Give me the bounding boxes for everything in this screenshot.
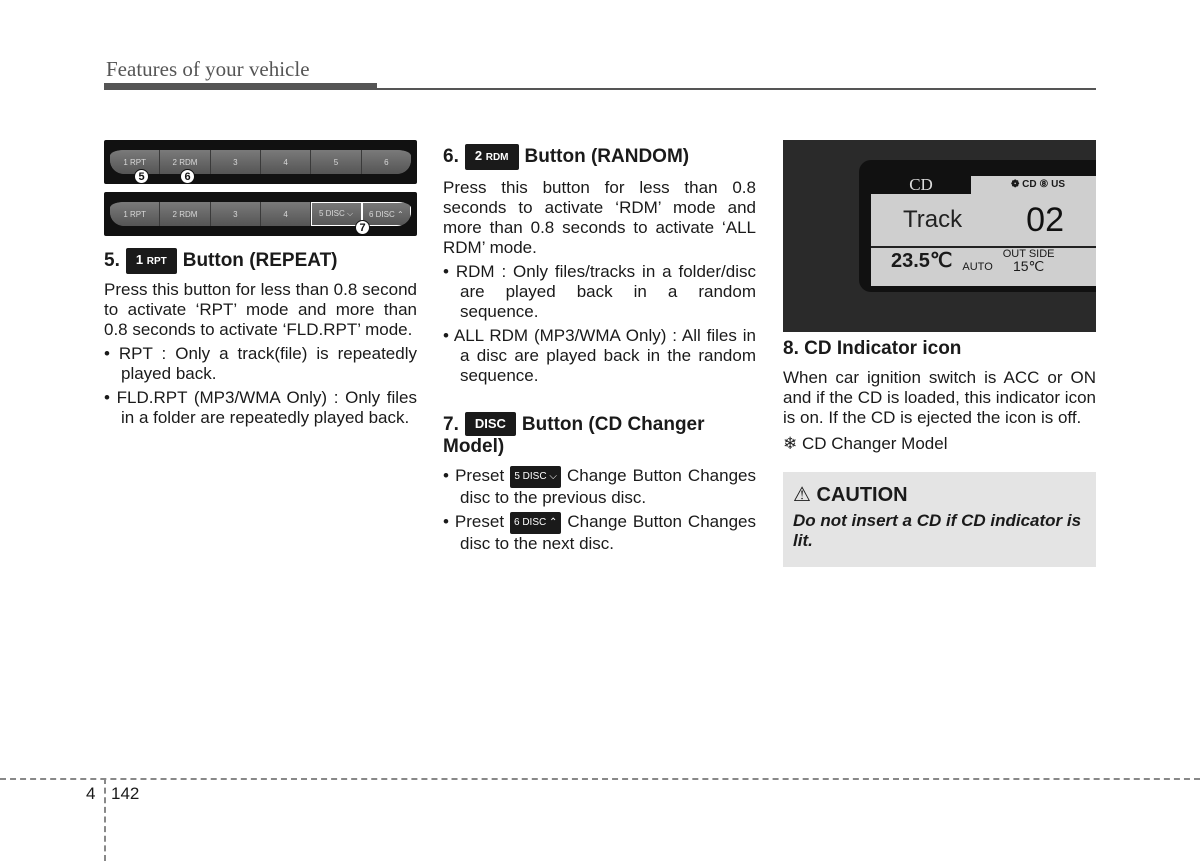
disc-down-button: 5 DISC ⌵ xyxy=(311,202,362,226)
audio-panel-figure-2: 1 RPT 2 RDM 3 4 5 DISC ⌵ 6 DISC ⌃ 7 xyxy=(104,192,417,236)
section-5-heading: 5. 1 RPT Button (REPEAT) xyxy=(104,248,417,274)
column-left: 1 RPT 2 RDM 3 4 5 6 5 6 1 RPT 2 RDM 3 4 … xyxy=(104,140,417,432)
section-title: Button (REPEAT) xyxy=(182,250,338,271)
section-6-list: • RDM : Only files/tracks in a folder/di… xyxy=(443,262,756,386)
section-6-heading: 6. 2 RDM Button (RANDOM) xyxy=(443,144,756,170)
footer-divider xyxy=(104,778,106,861)
preset-button-4: 4 xyxy=(260,150,312,174)
header-bar xyxy=(104,83,377,90)
disc-up-badge: 6 DISC ⌃ xyxy=(510,512,562,534)
cabin-temp: 23.5℃ xyxy=(891,250,953,272)
list-item-text: Change Button Changes disc to the next d… xyxy=(460,512,756,553)
caution-body: Do not insert a CD if CD indicator is li… xyxy=(793,511,1082,550)
list-item: • Preset 6 DISC ⌃ Change Button Changes … xyxy=(443,512,756,553)
track-number: 02 xyxy=(1026,200,1064,239)
list-item: • FLD.RPT (MP3/WMA Only) : Only files in… xyxy=(104,388,417,427)
section-7-list: • Preset 5 DISC ⌵ Change Button Changes … xyxy=(443,466,756,554)
preset-button-6: 6 xyxy=(361,150,411,174)
list-item-text: RPT : Only a track(file) is repeatedly p… xyxy=(118,344,417,383)
badge-main: 1 xyxy=(135,252,144,267)
list-item: • RDM : Only files/tracks in a folder/di… xyxy=(443,262,756,321)
cd-indicator-icon: ❁ CD ⑧ US xyxy=(1011,179,1066,190)
section-5-list: • RPT : Only a track(file) is repeatedly… xyxy=(104,344,417,428)
outside-temp-group: OUT SIDE 15℃ xyxy=(1003,249,1055,274)
preset-button-5: 5 xyxy=(311,150,362,174)
callout-6: 6 xyxy=(180,169,195,184)
section-5-body: Press this button for less than 0.8 seco… xyxy=(104,280,417,339)
section-7-heading: 7. DISC Button (CD Changer Model) xyxy=(443,412,756,458)
lcd-mode: CD xyxy=(871,176,971,194)
chapter-number: 4 xyxy=(86,784,96,803)
section-8-body: When car ignition switch is ACC or ON an… xyxy=(783,368,1096,427)
callout-5: 5 xyxy=(134,169,149,184)
list-item: • ALL RDM (MP3/WMA Only) : All files in … xyxy=(443,326,756,385)
list-item-text: FLD.RPT (MP3/WMA Only) : Only files in a… xyxy=(116,388,417,427)
caution-title: CAUTION xyxy=(816,484,908,506)
caution-heading: ⚠ CAUTION xyxy=(793,482,1086,507)
badge-sub: RPT xyxy=(146,256,167,267)
audio-panel-figure-1: 1 RPT 2 RDM 3 4 5 6 5 6 xyxy=(104,140,417,184)
rpt-badge: 1 RPT xyxy=(125,248,177,274)
column-right: CD ❁ CD ⑧ US Track 02 23.5℃ AUTO OUT SID… xyxy=(783,140,1096,567)
section-8-heading: 8. CD Indicator icon xyxy=(783,338,962,359)
disc-badge: DISC xyxy=(464,412,516,436)
header-title: Features of your vehicle xyxy=(106,57,310,81)
preset-button-4: 4 xyxy=(260,202,312,226)
column-middle: 6. 2 RDM Button (RANDOM) Press this button… xyxy=(443,140,756,558)
outside-temp: 15℃ xyxy=(1012,258,1045,274)
preset-button-3: 3 xyxy=(210,150,261,174)
lcd-screen: CD ❁ CD ⑧ US Track 02 23.5℃ AUTO OUT SID… xyxy=(871,176,1096,286)
lcd-display-figure: CD ❁ CD ⑧ US Track 02 23.5℃ AUTO OUT SID… xyxy=(783,140,1096,332)
section-title: Button (RANDOM) xyxy=(524,146,690,167)
list-item-text: ALL RDM (MP3/WMA Only) : All files in a … xyxy=(453,326,756,385)
rdm-badge: 2 RDM xyxy=(464,144,519,170)
caution-box: ⚠ CAUTION Do not insert a CD if CD indic… xyxy=(783,472,1096,567)
section-number: 5. xyxy=(104,250,120,271)
section-6-body: Press this button for less than 0.8 seco… xyxy=(443,178,756,257)
list-item-text: RDM : Only files/tracks in a folder/disc… xyxy=(455,262,756,321)
section-8-note: ❄ CD Changer Model xyxy=(783,434,948,453)
section-number: 6. xyxy=(443,146,459,167)
preset-button-1: 1 RPT xyxy=(110,202,161,226)
page-number: 142 xyxy=(111,784,140,803)
preset-button-3: 3 xyxy=(210,202,261,226)
list-item-text: Change Button Changes disc to the previo… xyxy=(460,466,756,507)
header-rule xyxy=(377,88,1096,90)
disc-up-button: 6 DISC ⌃ xyxy=(361,202,411,226)
list-item-text: Preset xyxy=(455,466,505,485)
badge-sub: RDM xyxy=(485,152,509,163)
footer-rule xyxy=(0,778,1200,780)
track-label: Track xyxy=(903,206,963,233)
list-item: • RPT : Only a track(file) is repeatedly… xyxy=(104,344,417,383)
auto-label: AUTO xyxy=(962,261,993,273)
callout-7: 7 xyxy=(355,220,370,235)
disc-down-badge: 5 DISC ⌵ xyxy=(510,466,561,488)
warning-icon: ⚠ xyxy=(793,484,811,506)
badge-main: 2 xyxy=(474,148,483,163)
list-item: • Preset 5 DISC ⌵ Change Button Changes … xyxy=(443,466,756,507)
section-number: 7. xyxy=(443,414,459,435)
preset-button-2: 2 RDM xyxy=(160,202,211,226)
list-item-text: Preset xyxy=(454,512,505,531)
